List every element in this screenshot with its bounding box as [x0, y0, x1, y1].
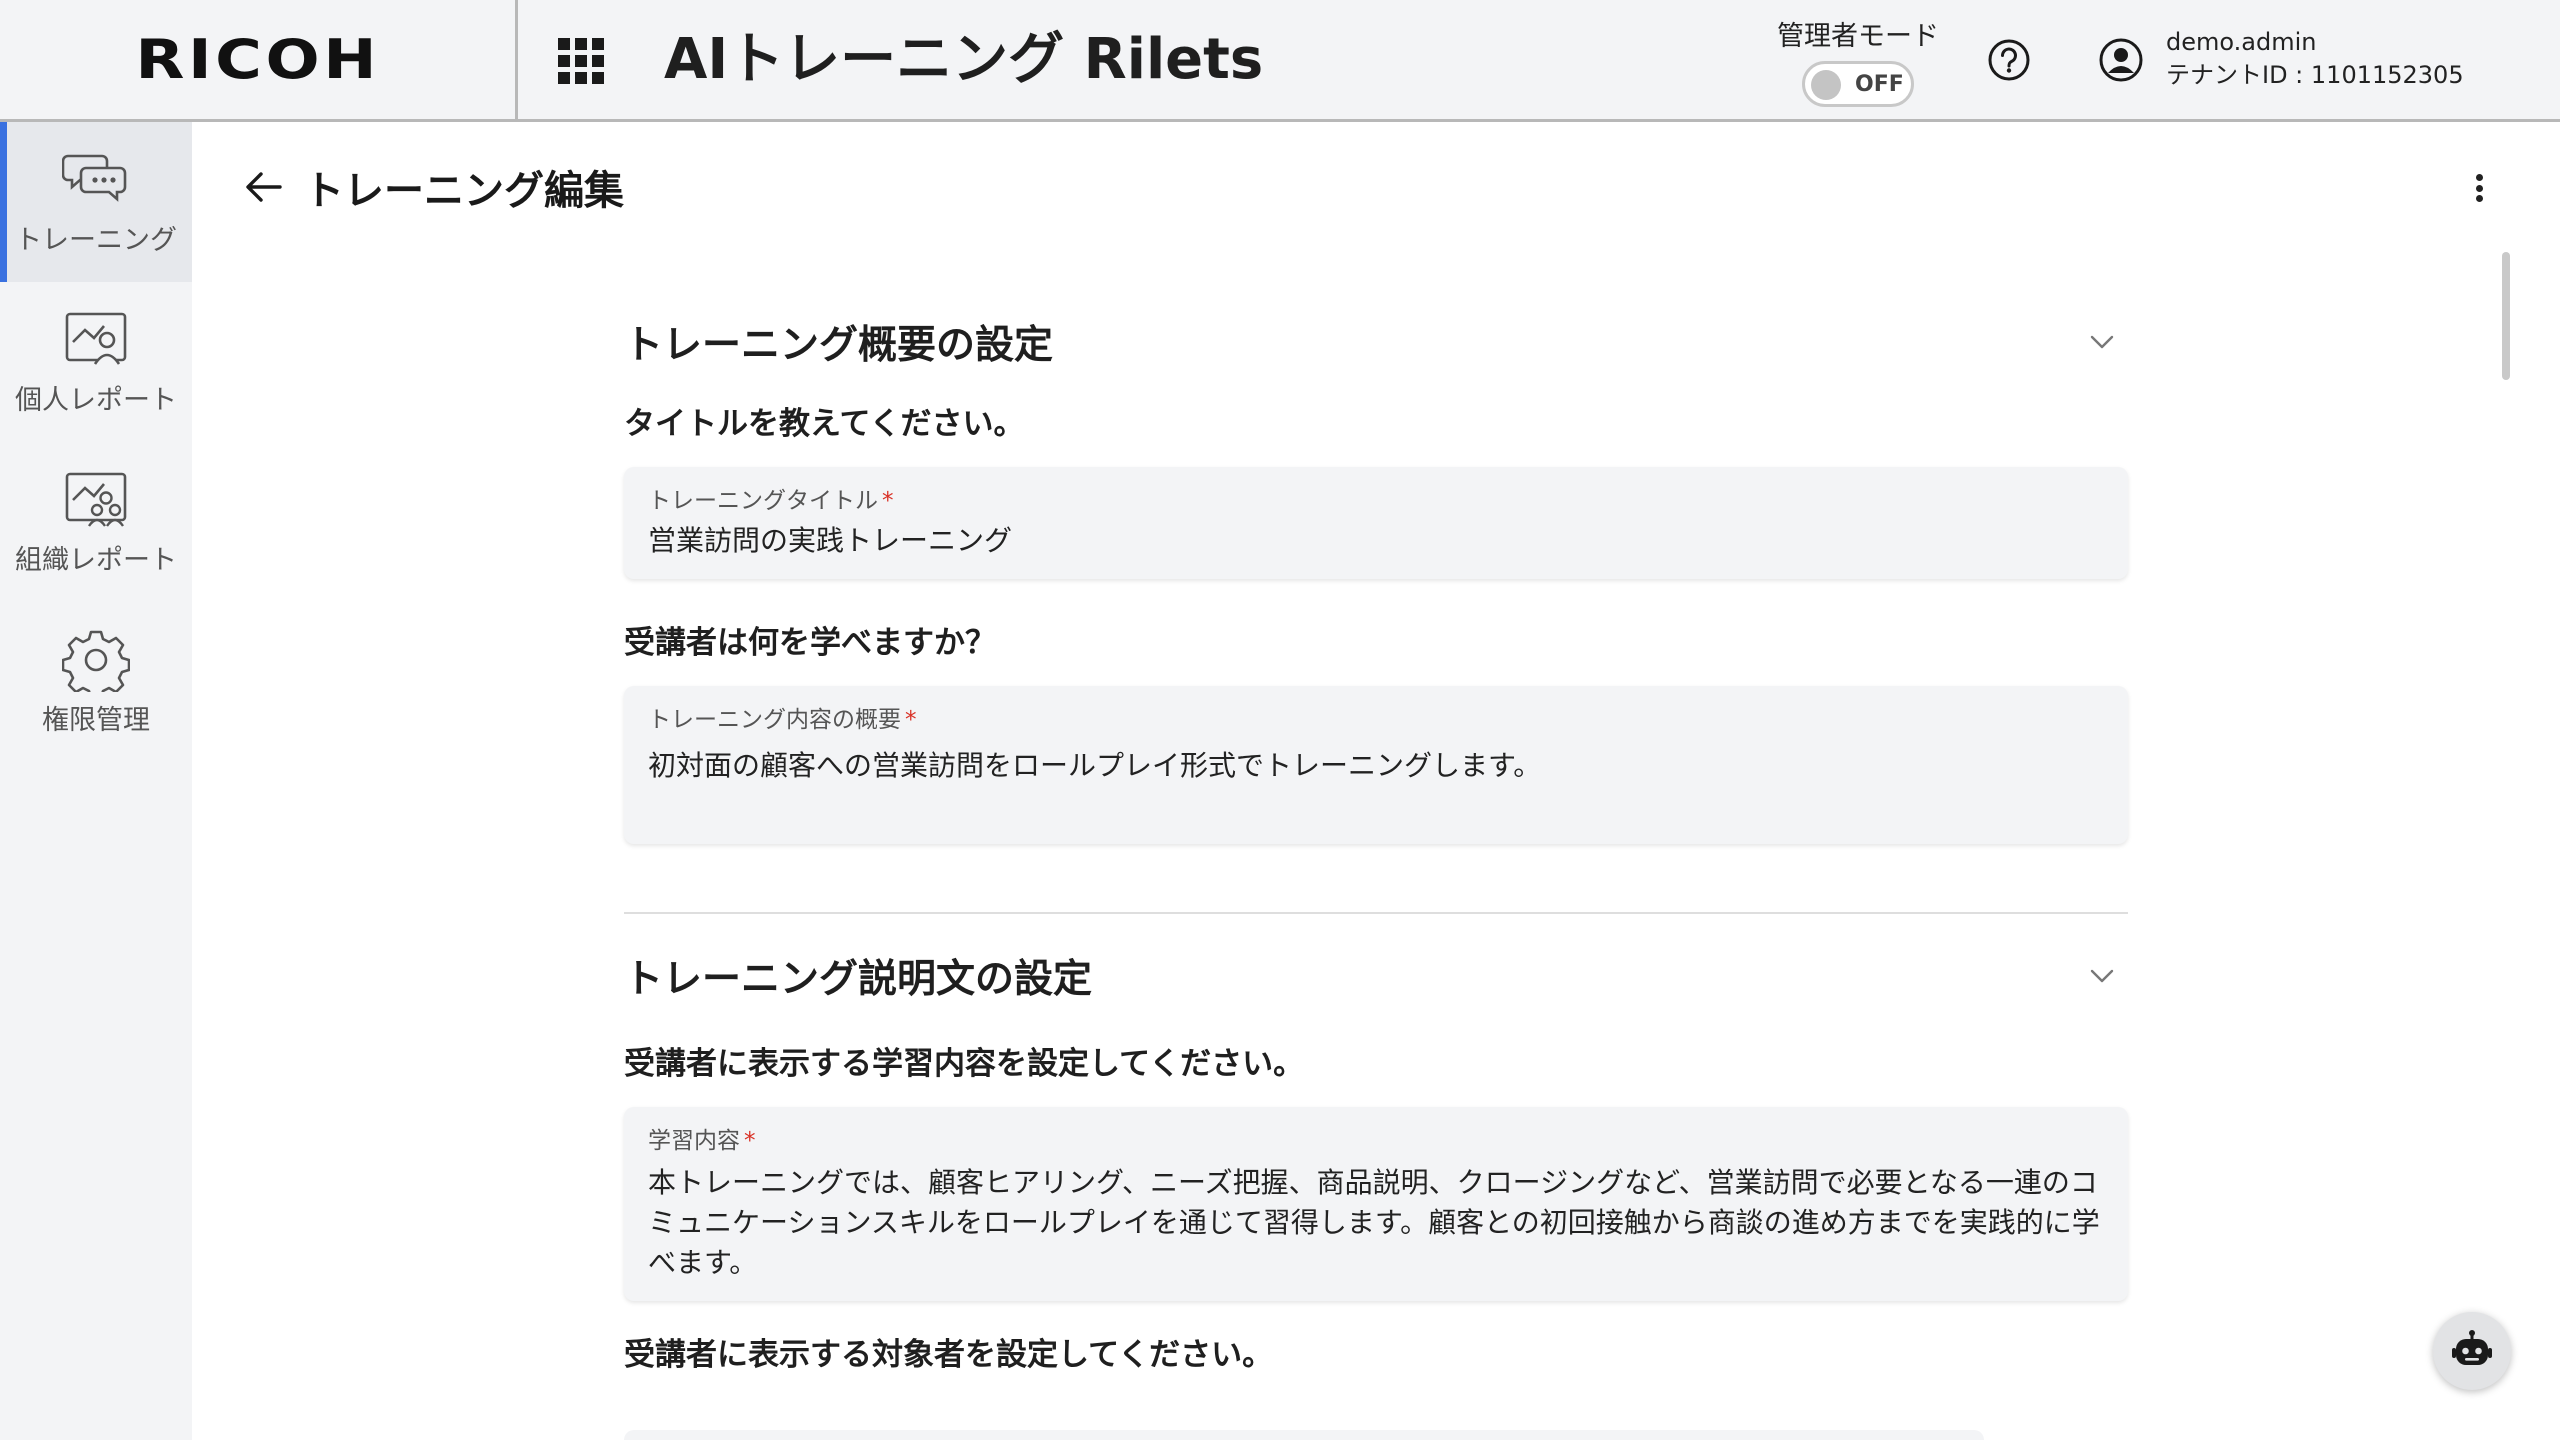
chevron-down-icon[interactable] [2088, 328, 2116, 356]
required-mark: * [905, 707, 917, 733]
admin-mode-label: 管理者モード [1777, 21, 1939, 52]
tenant-id: テナントID : 1101152305 [2166, 61, 2464, 89]
training-summary-field[interactable]: トレーニング内容の概要 * 初対面の顧客への営業訪問をロールプレイ形式でトレーニン… [624, 686, 2128, 844]
field-label: トレーニングタイトル * [648, 488, 894, 514]
target-audience-field[interactable] [624, 1430, 1984, 1440]
page-title: トレーニング編集 [304, 168, 624, 214]
section-overview-header[interactable]: トレーニング概要の設定 [624, 300, 2128, 384]
help-icon[interactable] [1987, 38, 2031, 82]
app-launcher-icon[interactable] [558, 38, 604, 84]
sidebar-item-label: 組織レポート [15, 544, 177, 576]
chevron-down-icon[interactable] [2088, 962, 2116, 990]
sidebar-item-label: 個人レポート [15, 384, 177, 416]
sidebar-item-organization-report[interactable]: 組織レポート [0, 442, 192, 602]
required-mark: * [744, 1128, 756, 1154]
section-description-header[interactable]: トレーニング説明文の設定 [624, 934, 2128, 1018]
logo-area: RICOH [0, 0, 518, 119]
question-target-audience: 受講者に表示する対象者を設定してください。 [624, 1337, 1274, 1373]
training-title-field[interactable]: トレーニングタイトル * 営業訪問の実践トレーニング [624, 467, 2128, 579]
toggle-knob [1811, 70, 1841, 100]
sidebar-item-training[interactable]: トレーニング [0, 122, 192, 282]
more-options-icon[interactable] [2466, 168, 2492, 208]
training-title-input[interactable]: 営業訪問の実践トレーニング [648, 521, 2104, 561]
question-learning: 受講者は何を学べますか？ [624, 625, 996, 661]
app-header: RICOH AIトレーニング Rilets 管理者モード OFF demo.ad… [0, 0, 2560, 122]
learning-content-field[interactable]: 学習内容 * 本トレーニングでは、顧客ヒアリング、ニーズ把握、商品説明、クロージン… [624, 1107, 2128, 1301]
page-header: トレーニング編集 [242, 158, 624, 216]
section-title: トレーニング概要の設定 [624, 323, 1054, 368]
app-title: AIトレーニング Rilets [664, 27, 1264, 92]
sidebar-item-permissions[interactable]: 権限管理 [0, 602, 192, 762]
personal-report-icon [65, 312, 127, 365]
back-arrow-icon[interactable] [242, 165, 286, 209]
toggle-state-text: OFF [1855, 72, 1904, 97]
sidebar-item-label: 権限管理 [42, 704, 150, 736]
field-label: 学習内容 * [648, 1128, 756, 1154]
gear-icon [62, 630, 130, 692]
question-title: タイトルを教えてください。 [624, 406, 1025, 442]
scrollbar-thumb[interactable] [2502, 252, 2510, 380]
field-label: トレーニング内容の概要 * [648, 707, 917, 733]
edit-form: トレーニング概要の設定 タイトルを教えてください。 トレーニングタイトル * 営業… [624, 300, 2128, 1398]
sidebar-item-personal-report[interactable]: 個人レポート [0, 282, 192, 442]
user-info: demo.admin テナントID : 1101152305 [2166, 26, 2464, 92]
user-name: demo.admin [2166, 28, 2317, 56]
section-divider [624, 912, 2128, 914]
admin-mode: 管理者モード OFF [1773, 14, 1943, 107]
organization-report-icon [65, 472, 127, 527]
learning-content-textarea[interactable]: 本トレーニングでは、顧客ヒアリング、ニーズ把握、商品説明、クロージングなど、営業… [648, 1163, 2104, 1283]
chat-bubbles-icon [62, 154, 127, 202]
admin-mode-toggle[interactable]: OFF [1802, 61, 1914, 107]
user-avatar-icon[interactable] [2098, 37, 2144, 83]
chatbot-button[interactable] [2433, 1312, 2511, 1390]
required-mark: * [882, 488, 894, 514]
training-summary-textarea[interactable]: 初対面の顧客への営業訪問をロールプレイ形式でトレーニングします。 [648, 746, 2104, 786]
ricoh-logo[interactable]: RICOH [135, 28, 380, 91]
robot-icon [2452, 1330, 2492, 1365]
section-title: トレーニング説明文の設定 [624, 957, 1093, 1002]
question-learning-content: 受講者に表示する学習内容を設定してください。 [624, 1046, 1305, 1082]
sidebar: トレーニング 個人レポート 組織レポート 権限管理 [0, 122, 192, 1440]
sidebar-item-label: トレーニング [15, 224, 177, 256]
